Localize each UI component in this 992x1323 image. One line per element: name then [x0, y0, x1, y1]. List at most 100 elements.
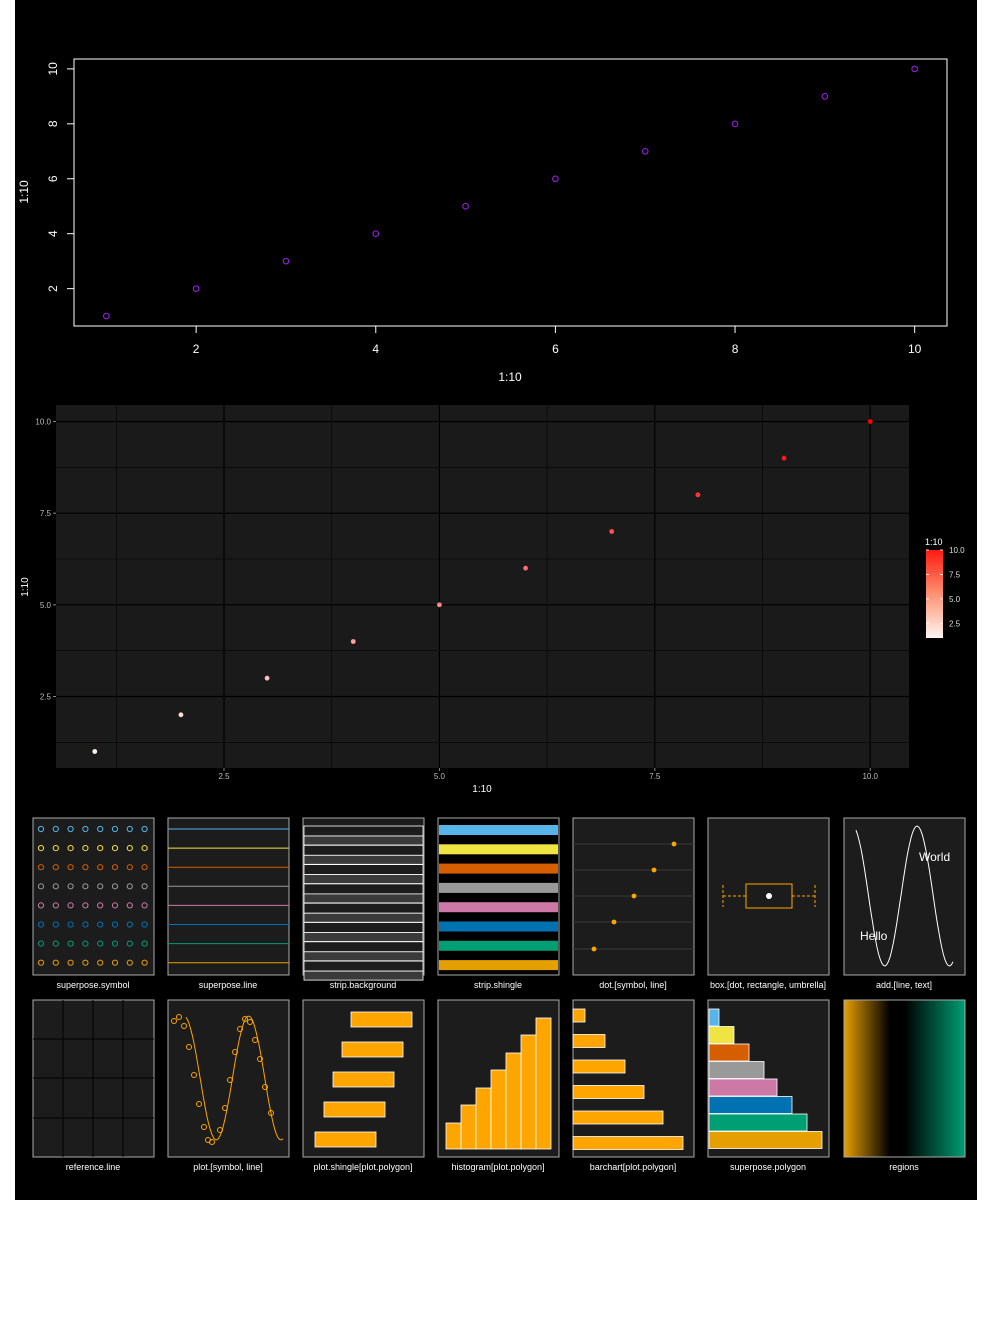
base-x-axis: 2 4 6 8 10 — [193, 326, 922, 356]
strip-bar — [303, 844, 424, 856]
barchart-bar — [572, 1059, 626, 1074]
regions-gradient — [843, 999, 966, 1158]
panel-label: plot.[symbol, line] — [193, 1162, 263, 1172]
dot-symbol — [671, 841, 677, 847]
panel-label: regions — [889, 1162, 919, 1172]
data-point — [552, 175, 559, 183]
y-tick-label: 10 — [46, 62, 60, 76]
strip-bar — [303, 835, 424, 846]
strip-bar — [303, 941, 424, 953]
panel-strip-background: strip.background — [302, 817, 425, 990]
panel-add-line-text: World Hello add.[line, text] — [843, 817, 966, 990]
panel-label: histogram[plot.polygon] — [451, 1162, 544, 1172]
panel-label: strip.shingle — [474, 980, 522, 990]
panel-frame — [167, 817, 290, 976]
y-tick-label: 7.5 — [40, 509, 52, 518]
ggplot-y-axis-label: 1:10 — [20, 577, 31, 597]
base-x-axis-label: 1:10 — [498, 370, 522, 384]
base-plot-box — [73, 58, 948, 327]
polygon-bar — [708, 1078, 778, 1097]
data-point — [282, 257, 290, 265]
data-point — [350, 639, 356, 644]
strip-bar — [303, 874, 424, 884]
panel-superpose-symbol: superpose.symbol — [32, 817, 155, 990]
data-point — [264, 675, 270, 681]
shingle-bar — [439, 863, 558, 874]
data-point — [192, 285, 200, 292]
shingle-rect — [350, 1011, 413, 1028]
panel-frame — [32, 817, 155, 976]
polygon-bar — [708, 1008, 720, 1027]
x-tick-label: 10 — [908, 342, 922, 356]
barchart-bar — [572, 1085, 645, 1099]
strip-bar — [303, 951, 424, 962]
barchart-bar — [572, 1136, 684, 1150]
strip-bar — [303, 864, 424, 875]
histogram-bar — [505, 1052, 522, 1150]
histogram-bar — [460, 1104, 477, 1150]
panel-frame — [843, 817, 966, 976]
data-point — [437, 602, 442, 608]
data-point — [781, 455, 787, 461]
barchart-bar — [572, 1008, 586, 1023]
panel-regions: regions — [843, 999, 966, 1172]
data-point — [523, 565, 528, 571]
shingle-bar — [439, 844, 558, 855]
barchart-bar — [572, 1110, 664, 1125]
y-tick-label: 2 — [46, 285, 60, 292]
polygon-bar — [708, 1043, 750, 1062]
add-text-world: World — [919, 850, 950, 864]
y-tick-label: 2.5 — [40, 693, 52, 702]
shingle-rect — [332, 1071, 395, 1088]
strip-bar — [303, 912, 424, 923]
shingle-bar — [439, 960, 558, 971]
panel-histogram: histogram[plot.polygon] — [437, 999, 560, 1172]
panel-box: box.[dot, rectangle, umbrella] — [707, 817, 830, 990]
data-point — [821, 93, 829, 100]
add-text-hello: Hello — [860, 929, 888, 943]
shingle-bar — [439, 921, 558, 932]
strip-bar — [303, 960, 424, 972]
panel-plot-symbol-line: plot.[symbol, line] — [167, 999, 290, 1172]
x-tick-label: 10.0 — [862, 772, 878, 781]
polygon-bar — [708, 1096, 793, 1114]
legend-title: 1:10 — [925, 537, 943, 547]
box-dot — [766, 893, 772, 899]
x-tick-label: 7.5 — [649, 772, 661, 781]
panel-strip-shingle: strip.shingle — [437, 817, 560, 990]
ggplot-color-legend: 1:10 10.0 7.5 5.0 2.5 — [925, 537, 965, 638]
ggplot-panel — [56, 405, 909, 768]
data-point — [103, 312, 110, 320]
shingle-rect — [314, 1131, 377, 1148]
data-point — [462, 202, 469, 210]
ggplot-scatter-chart: 2.5 5.0 7.5 10.0 2.5 5.0 7.5 10.0 1:10 1:10 1:… — [20, 405, 965, 795]
panel-label: box.[dot, rectangle, umbrella] — [710, 980, 826, 990]
panel-dot: dot.[symbol, line] — [572, 817, 695, 990]
panel-superpose-line: superpose.line — [167, 817, 290, 990]
polygon-bar — [708, 1113, 808, 1132]
polygon-bar — [708, 1061, 765, 1079]
strip-bar — [303, 922, 424, 933]
x-tick-label: 4 — [372, 342, 379, 356]
panel-plot-shingle: plot.shingle[plot.polygon] — [302, 999, 425, 1172]
dot-symbol — [631, 893, 637, 899]
panel-label: plot.shingle[plot.polygon] — [313, 1162, 412, 1172]
dot-symbol — [591, 946, 597, 952]
panel-label: strip.background — [330, 980, 397, 990]
base-y-axis-label: 1:10 — [17, 180, 31, 204]
shingle-rect — [323, 1101, 386, 1118]
strip-bar — [303, 825, 424, 837]
base-scatter-chart: 2 4 6 8 10 2 4 6 8 10 1:10 1:10 — [17, 58, 948, 384]
data-point — [92, 749, 98, 754]
panel-label: superpose.polygon — [730, 1162, 806, 1172]
data-point — [731, 120, 739, 128]
charts-canvas: 2 4 6 8 10 2 4 6 8 10 1:10 1:10 2.5 5.0 7.5 10.0 2.… — [17, 58, 966, 1172]
panel-label: add.[line, text] — [876, 980, 932, 990]
base-points — [103, 65, 918, 320]
base-y-axis: 2 4 6 8 10 — [46, 62, 74, 292]
y-tick-label: 8 — [46, 120, 60, 127]
panel-barchart: barchart[plot.polygon] — [572, 999, 695, 1172]
y-tick-label: 10.0 — [35, 418, 51, 427]
data-point — [867, 419, 873, 424]
panel-reference-line: reference.line — [32, 999, 155, 1172]
